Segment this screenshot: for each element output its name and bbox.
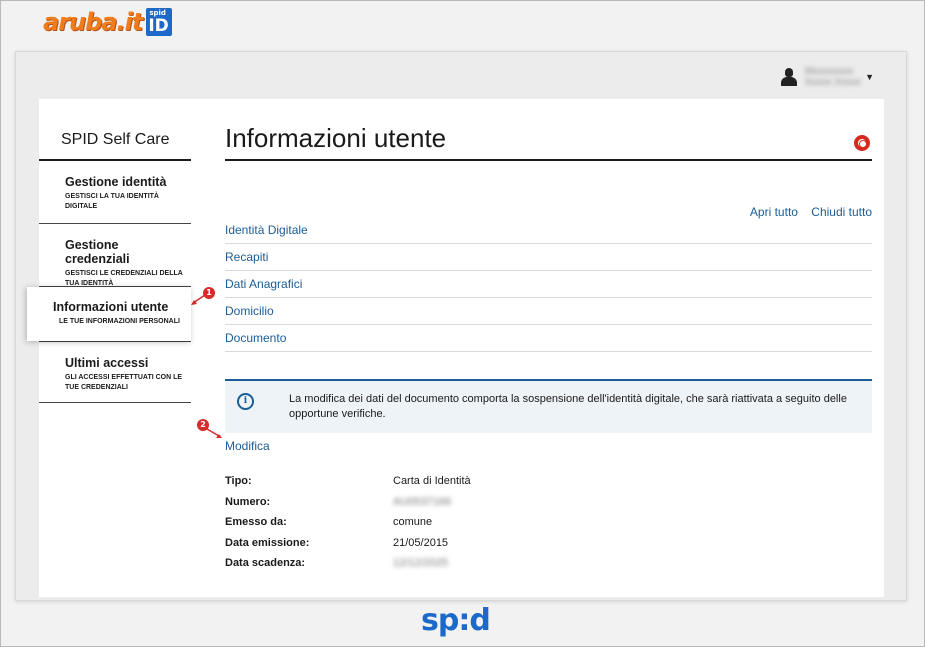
content-card: SPID Self Care Gestione identità GESTISC… (27, 99, 884, 597)
accordion-documento[interactable]: Documento (225, 325, 872, 352)
detail-value-redacted: AU0537166 (393, 495, 452, 508)
user-menu[interactable]: Mxxxxxxxx Xxxxx Xxxxx ▼ (780, 66, 874, 88)
sidebar-item-subtitle: GLI ACCESSI EFFETTUATI CON LE TUE CREDEN… (65, 374, 183, 391)
detail-label: Data scadenza: (225, 557, 306, 569)
detail-value: comune (393, 516, 433, 528)
main-content: Informazioni utente Apri tutto Chiudi tu… (225, 99, 872, 578)
user-icon (780, 68, 797, 86)
aruba-logo-text: aruba.it (43, 8, 143, 36)
sidebar: SPID Self Care Gestione identità GESTISC… (27, 99, 191, 403)
user-name-line2: Xxxxx Xxxxx (804, 77, 862, 88)
accordion-identita-digitale[interactable]: Identità Digitale (225, 217, 872, 244)
detail-label: Tipo: (225, 475, 252, 487)
annotation-arrow-2 (206, 428, 222, 438)
lifebuoy-help-icon[interactable] (854, 135, 870, 151)
detail-value: Carta di Identità (393, 475, 471, 487)
spid-footer-logo: sp:d (421, 603, 491, 638)
accordion-domicilio[interactable]: Domicilio (225, 298, 872, 325)
top-bar: aruba.it spid ID (1, 1, 924, 47)
sidebar-item-title: Gestione credenziali (65, 238, 130, 266)
sidebar-item-subtitle: GESTISCI LE CREDENZIALI DELLA TUA IDENTI… (65, 270, 183, 287)
sidebar-item-title: Gestione identità (65, 175, 167, 189)
sidebar-title: SPID Self Care (39, 99, 191, 161)
accordion-list: Identità Digitale Recapiti Dati Anagrafi… (225, 217, 872, 352)
notice-text: La modifica dei dati del documento compo… (289, 393, 847, 420)
aruba-spid-logo[interactable]: aruba.it spid ID (43, 8, 173, 36)
detail-label: Data emissione: (225, 536, 310, 549)
caret-down-icon[interactable]: ▼ (865, 72, 874, 82)
sidebar-item-ultimi-accessi[interactable]: Ultimi accessi GLI ACCESSI EFFETTUATI CO… (39, 341, 191, 403)
detail-row: Emesso da: comune (225, 516, 872, 537)
detail-value: 21/05/2015 (393, 536, 449, 549)
page-title-block: Informazioni utente (225, 99, 872, 161)
detail-row: Data scadenza: 12/12/2025 (225, 557, 872, 578)
spid-badge-big: ID (148, 16, 169, 36)
sidebar-item-subtitle: LE TUE INFORMAZIONI PERSONALI (59, 318, 180, 325)
edit-document-link[interactable]: Modifica (225, 439, 270, 453)
sidebar-item-gestione-credenziali[interactable]: Gestione credenziali GESTISCI LE CREDENZ… (39, 224, 191, 287)
document-details: Tipo: Carta di Identità Numero: AU053716… (225, 475, 872, 578)
detail-row: Data emissione: 21/05/2015 (225, 537, 872, 558)
detail-row: Tipo: Carta di Identità (225, 475, 872, 496)
detail-value-redacted: 12/12/2025 (393, 557, 449, 569)
close-all-link[interactable]: Chiudi tutto (811, 205, 872, 219)
detail-label: Emesso da: (225, 516, 287, 528)
accordion-dati-anagrafici[interactable]: Dati Anagrafici (225, 271, 872, 298)
page-title: Informazioni utente (225, 123, 447, 153)
info-icon: i (237, 393, 254, 410)
user-name: Mxxxxxxxx Xxxxx Xxxxx (805, 66, 861, 88)
sidebar-item-subtitle: GESTISCI LA TUA IDENTITÀ DIGITALE (65, 193, 159, 210)
detail-label: Numero: (225, 495, 271, 508)
spid-logo-text: sp:d (421, 603, 491, 638)
spid-id-badge: spid ID (146, 8, 173, 36)
sidebar-item-title: Ultimi accessi (65, 356, 149, 370)
user-name-line1: Mxxxxxxxx (804, 66, 854, 77)
sidebar-item-gestione-identita[interactable]: Gestione identità GESTISCI LA TUA IDENTI… (39, 161, 191, 224)
accordion-recapiti[interactable]: Recapiti (225, 244, 872, 271)
document-notice: i La modifica dei dati del documento com… (225, 379, 872, 433)
detail-row: Numero: AU0537166 (225, 496, 872, 517)
sidebar-item-informazioni-utente[interactable]: Informazioni utente LE TUE INFORMAZIONI … (27, 287, 191, 341)
open-all-link[interactable]: Apri tutto (750, 205, 798, 219)
annotation-arrow-1 (191, 294, 206, 305)
sidebar-item-title: Informazioni utente (53, 300, 169, 314)
